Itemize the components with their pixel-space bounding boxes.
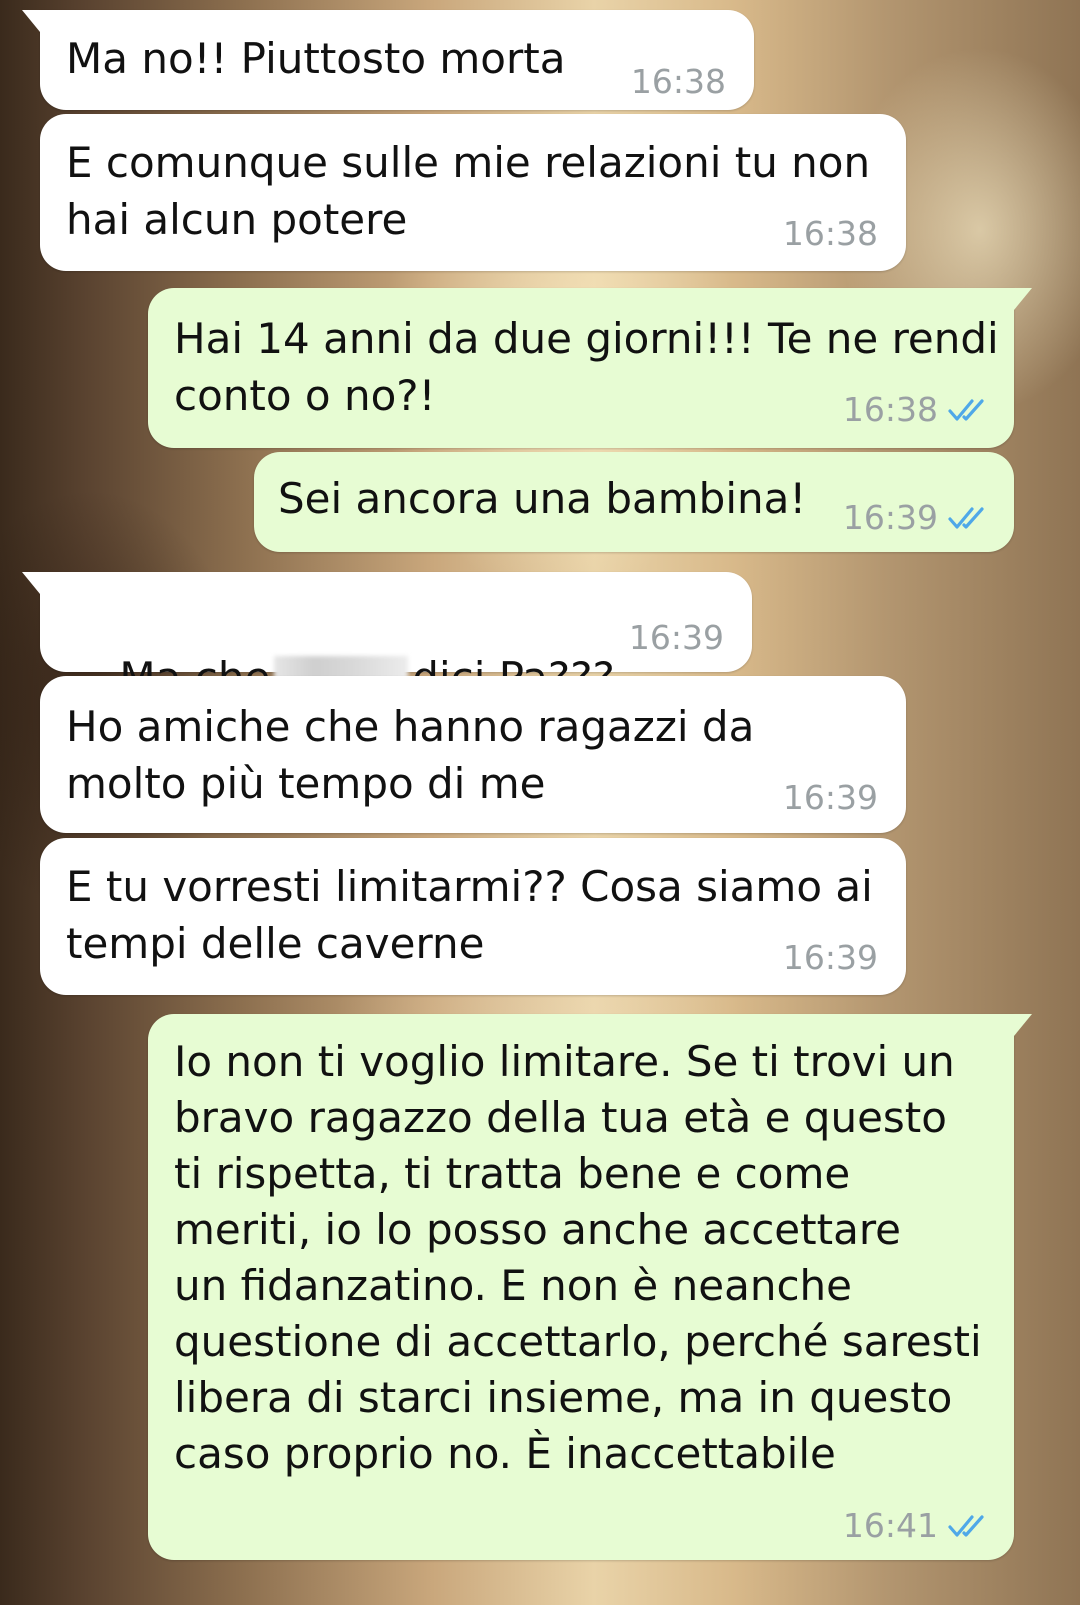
message-time: 16:39 (782, 778, 878, 817)
message-time: 16:39 (782, 938, 878, 977)
outgoing-message[interactable]: Io non ti voglio limitare. Se ti trovi u… (148, 1014, 1032, 1560)
incoming-message[interactable]: Ma chedici Pa??? 16:39 (22, 572, 752, 702)
message-text: Io non ti voglio limitare. Se ti trovi u… (174, 1037, 982, 1478)
message-meta: 16:41 (843, 1506, 992, 1546)
message-text: E comunque sulle mie relazioni tu non ha… (66, 138, 871, 244)
message-text: Ho amiche che hanno ragazzi da molto più… (66, 702, 755, 808)
incoming-message[interactable]: Ho amiche che hanno ragazzi da molto più… (40, 676, 906, 833)
read-double-check-icon (948, 399, 984, 421)
message-meta: 16:39 (843, 498, 992, 538)
message-time: 16:38 (842, 390, 938, 429)
outgoing-message[interactable]: Sei ancora una bambina! 16:39 (254, 452, 1014, 552)
message-text: Ma no!! Piuttosto morta (66, 34, 566, 83)
incoming-message[interactable]: E tu vorresti limitarmi?? Cosa siamo ai … (40, 838, 906, 995)
outgoing-message[interactable]: Hai 14 anni da due giorni!!! Te ne rendi… (148, 288, 1032, 448)
read-double-check-icon (948, 507, 984, 529)
message-time: 16:38 (782, 214, 878, 253)
message-time: 16:39 (842, 498, 938, 537)
message-text: Sei ancora una bambina! (278, 474, 807, 523)
message-time: 16:41 (842, 1506, 938, 1545)
read-double-check-icon (948, 1515, 984, 1537)
incoming-message[interactable]: Ma no!! Piuttosto morta 16:38 (22, 10, 754, 110)
message-meta: 16:38 (843, 390, 992, 430)
incoming-message[interactable]: E comunque sulle mie relazioni tu non ha… (40, 114, 906, 271)
message-time: 16:38 (630, 62, 726, 101)
message-text: E tu vorresti limitarmi?? Cosa siamo ai … (66, 862, 873, 968)
message-time: 16:39 (628, 618, 724, 657)
